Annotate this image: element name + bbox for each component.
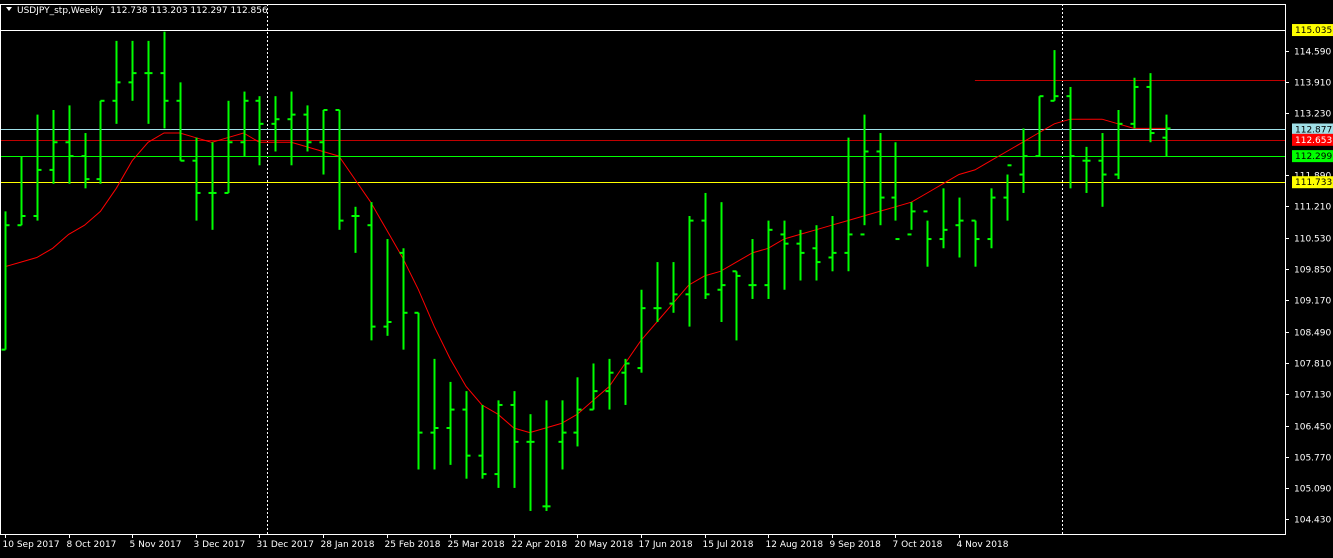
date-tick-label: 5 Nov 2017	[130, 540, 182, 550]
level-label-text: 115.035	[1295, 26, 1332, 36]
chart-background	[0, 0, 1333, 554]
date-tick-label: 10 Sep 2017	[3, 540, 60, 550]
chart-window[interactable]: 114.590113.910113.230111.890111.210110.5…	[0, 0, 1333, 554]
level-price-label: 111.733	[1292, 176, 1333, 188]
date-tick-label: 9 Sep 2018	[830, 540, 882, 550]
price-tick-label: 107.130	[1294, 391, 1331, 401]
ohlc-chart[interactable]: 114.590113.910113.230111.890111.210110.5…	[0, 0, 1333, 554]
header-symbol: USDJPY_stp,Weekly	[17, 6, 104, 16]
price-tick-label: 109.850	[1294, 266, 1331, 276]
date-tick-label: 8 Oct 2017	[67, 540, 117, 550]
svg-text:USDJPY_stp,Weekly 112.: USDJPY_stp,Weekly 112.738 113.203 112.29…	[17, 6, 268, 16]
date-tick-label: 25 Mar 2018	[448, 540, 505, 550]
date-tick-label: 28 Jan 2018	[321, 540, 375, 550]
price-tick-label: 114.590	[1294, 48, 1331, 58]
price-tick-label: 113.910	[1294, 79, 1331, 89]
chart-header: USDJPY_stp,Weekly 112.738 113.203 112.29…	[6, 6, 268, 16]
date-tick-label: 7 Oct 2018	[893, 540, 943, 550]
price-tick-label: 113.230	[1294, 110, 1331, 120]
header-ohlc: 112.738 113.203 112.297 112.856	[110, 6, 268, 16]
date-tick-label: 20 May 2018	[575, 540, 634, 550]
price-tick-label: 104.430	[1294, 516, 1331, 526]
price-tick-label: 111.210	[1294, 203, 1331, 213]
level-price-label: 115.035	[1292, 24, 1333, 36]
date-tick-label: 17 Jun 2018	[639, 540, 693, 550]
level-price-label: 112.299	[1292, 150, 1333, 162]
price-tick-label: 108.490	[1294, 329, 1331, 339]
date-tick-label: 3 Dec 2017	[194, 540, 246, 550]
price-tick-label: 110.530	[1294, 235, 1331, 245]
price-tick-label: 106.450	[1294, 423, 1331, 433]
level-label-text: 112.653	[1295, 136, 1332, 146]
date-tick-label: 22 Apr 2018	[512, 540, 568, 550]
date-tick-label: 4 Nov 2018	[957, 540, 1009, 550]
date-tick-label: 15 Jul 2018	[703, 540, 754, 550]
price-tick-label: 105.090	[1294, 485, 1331, 495]
date-tick-label: 12 Aug 2018	[766, 540, 824, 550]
level-price-label: 112.653	[1292, 134, 1333, 146]
price-tick-label: 109.170	[1294, 297, 1331, 307]
level-price-label: 112.877	[1292, 123, 1333, 135]
date-tick-label: 25 Feb 2018	[385, 540, 441, 550]
price-tick-label: 105.770	[1294, 454, 1331, 464]
level-label-text: 111.733	[1295, 178, 1332, 188]
date-tick-label: 31 Dec 2017	[257, 540, 315, 550]
price-tick-label: 107.810	[1294, 360, 1331, 370]
level-label-text: 112.299	[1295, 152, 1332, 162]
